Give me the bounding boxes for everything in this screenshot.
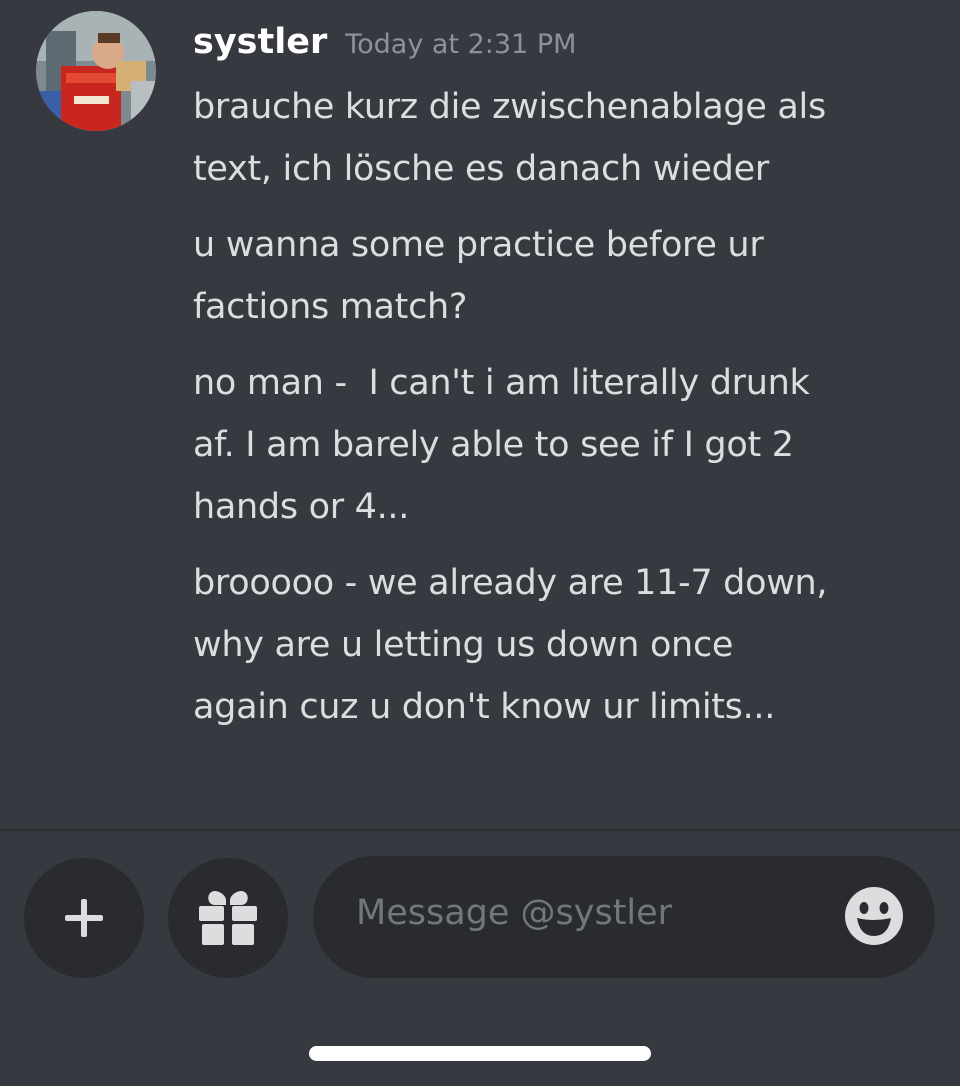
smile-emoji-icon [845,887,903,945]
user-avatar[interactable] [36,11,156,131]
message-input-placeholder: Message @systler [356,893,673,933]
message-text: u wanna some practice before ur factions… [193,225,764,327]
message-text: brooooo - we already are 11-7 down, why … [193,563,828,727]
plus-icon [65,899,103,937]
home-indicator[interactable] [309,1046,651,1061]
emoji-button[interactable] [844,886,904,946]
add-attachment-button[interactable] [24,858,144,978]
message-timestamp: Today at 2:31 PM [345,29,577,60]
username[interactable]: systler [193,22,327,62]
message-text: brauche kurz die zwischenablage als text… [193,87,826,189]
composer-divider [0,829,960,831]
gift-icon [199,891,257,945]
message-header: systler Today at 2:31 PM [193,22,576,62]
message-group: systler Today at 2:31 PM brauche kurz die… [0,0,960,830]
message-input[interactable]: Message @systler [313,856,935,978]
avatar-photo [36,11,156,131]
message-text: no man - I can't i am literally drunk af… [193,363,810,527]
gift-button[interactable] [168,858,288,978]
